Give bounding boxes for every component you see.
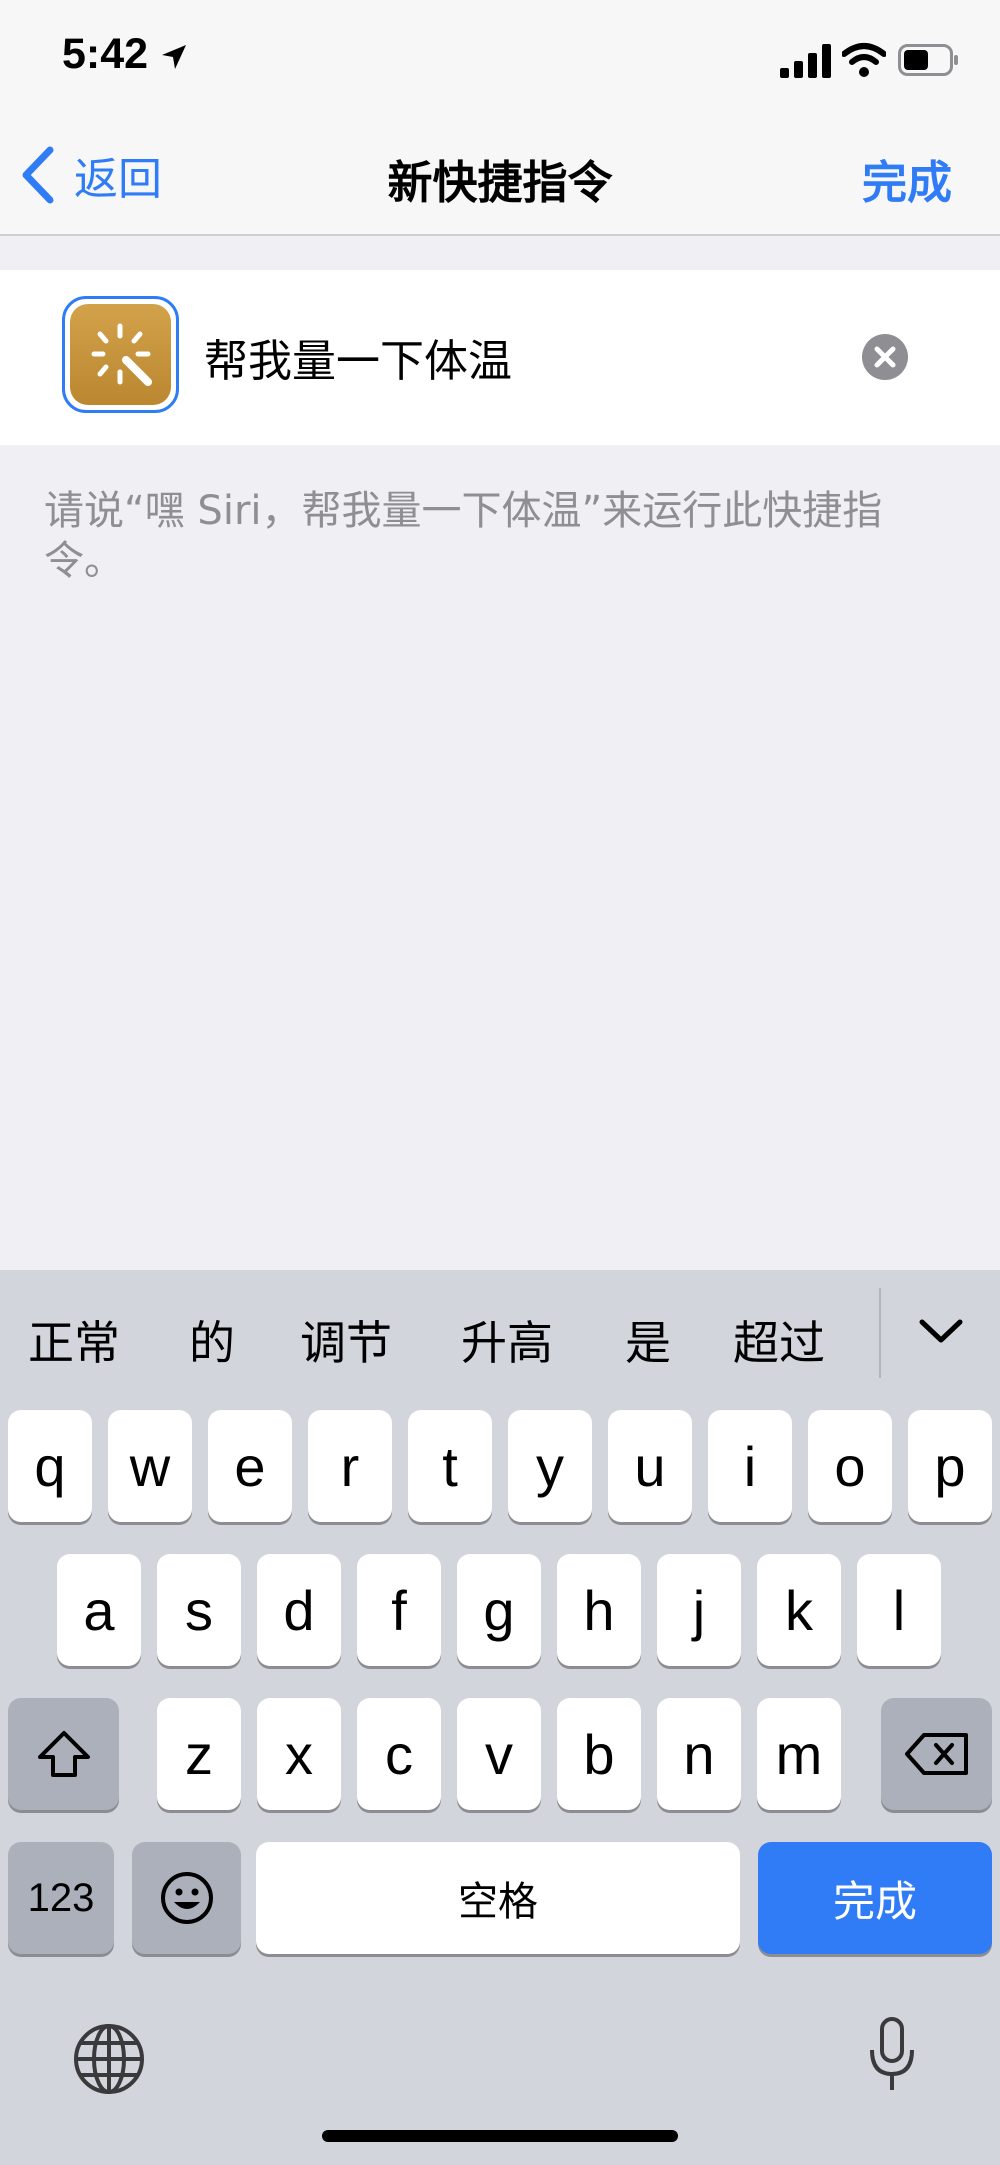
- status-time: 5:42: [62, 30, 188, 79]
- candidate-word[interactable]: 升高: [461, 1307, 553, 1373]
- key-k[interactable]: k: [757, 1554, 841, 1666]
- clear-text-button[interactable]: [862, 334, 908, 380]
- key-m[interactable]: m: [757, 1698, 841, 1810]
- key-w[interactable]: w: [108, 1410, 192, 1522]
- location-arrow-icon: [162, 44, 187, 69]
- backspace-icon: [904, 1733, 968, 1775]
- key-v[interactable]: v: [457, 1698, 541, 1810]
- shift-key[interactable]: [8, 1698, 119, 1810]
- emoji-key[interactable]: [132, 1842, 241, 1954]
- key-d[interactable]: d: [257, 1554, 341, 1666]
- microphone-icon[interactable]: [866, 2016, 918, 2096]
- cellular-signal-icon: [780, 44, 831, 78]
- candidate-word[interactable]: 超过: [733, 1307, 825, 1373]
- key-j[interactable]: j: [657, 1554, 741, 1666]
- magic-wand-icon: [91, 323, 152, 386]
- delete-key[interactable]: [881, 1698, 992, 1810]
- globe-icon[interactable]: [72, 2022, 146, 2096]
- shortcut-name-input[interactable]: [204, 322, 844, 392]
- battery-icon: [898, 44, 958, 76]
- key-b[interactable]: b: [557, 1698, 641, 1810]
- key-c[interactable]: c: [357, 1698, 441, 1810]
- key-o[interactable]: o: [808, 1410, 892, 1522]
- key-s[interactable]: s: [157, 1554, 241, 1666]
- candidate-word[interactable]: 的: [189, 1307, 235, 1373]
- key-u[interactable]: u: [608, 1410, 692, 1522]
- key-r[interactable]: r: [308, 1410, 392, 1522]
- page-title: 新快捷指令: [387, 156, 613, 209]
- key-p[interactable]: p: [908, 1410, 992, 1522]
- key-q[interactable]: q: [8, 1410, 92, 1522]
- key-g[interactable]: g: [457, 1554, 541, 1666]
- emoji-smiley-icon: [160, 1872, 213, 1924]
- key-e[interactable]: e: [208, 1410, 292, 1522]
- siri-hint-text: 请说“嘿 Siri，帮我量一下体温”来运行此快捷指令。: [44, 488, 883, 584]
- candidate-word[interactable]: 正常: [28, 1307, 120, 1373]
- done-button[interactable]: 完成: [862, 146, 952, 211]
- numbers-key[interactable]: 123: [8, 1842, 114, 1954]
- shortcut-icon-tile[interactable]: [70, 304, 171, 405]
- candidate-word[interactable]: 调节: [300, 1307, 392, 1373]
- wifi-icon: [842, 43, 886, 77]
- candidate-word[interactable]: 是: [625, 1307, 671, 1373]
- key-l[interactable]: l: [857, 1554, 941, 1666]
- key-n[interactable]: n: [657, 1698, 741, 1810]
- space-key[interactable]: 空格: [256, 1842, 740, 1954]
- key-h[interactable]: h: [557, 1554, 641, 1666]
- key-i[interactable]: i: [708, 1410, 792, 1522]
- keyboard-done-key[interactable]: 完成: [758, 1842, 992, 1954]
- key-y[interactable]: y: [508, 1410, 592, 1522]
- key-t[interactable]: t: [408, 1410, 492, 1522]
- candidate-divider: [879, 1288, 881, 1378]
- shift-arrow-icon: [37, 1731, 90, 1777]
- chevron-down-icon[interactable]: [918, 1314, 964, 1348]
- key-z[interactable]: z: [157, 1698, 241, 1810]
- key-a[interactable]: a: [57, 1554, 141, 1666]
- key-x[interactable]: x: [257, 1698, 341, 1810]
- home-indicator[interactable]: [322, 2130, 678, 2142]
- key-f[interactable]: f: [357, 1554, 441, 1666]
- close-icon: [874, 346, 896, 368]
